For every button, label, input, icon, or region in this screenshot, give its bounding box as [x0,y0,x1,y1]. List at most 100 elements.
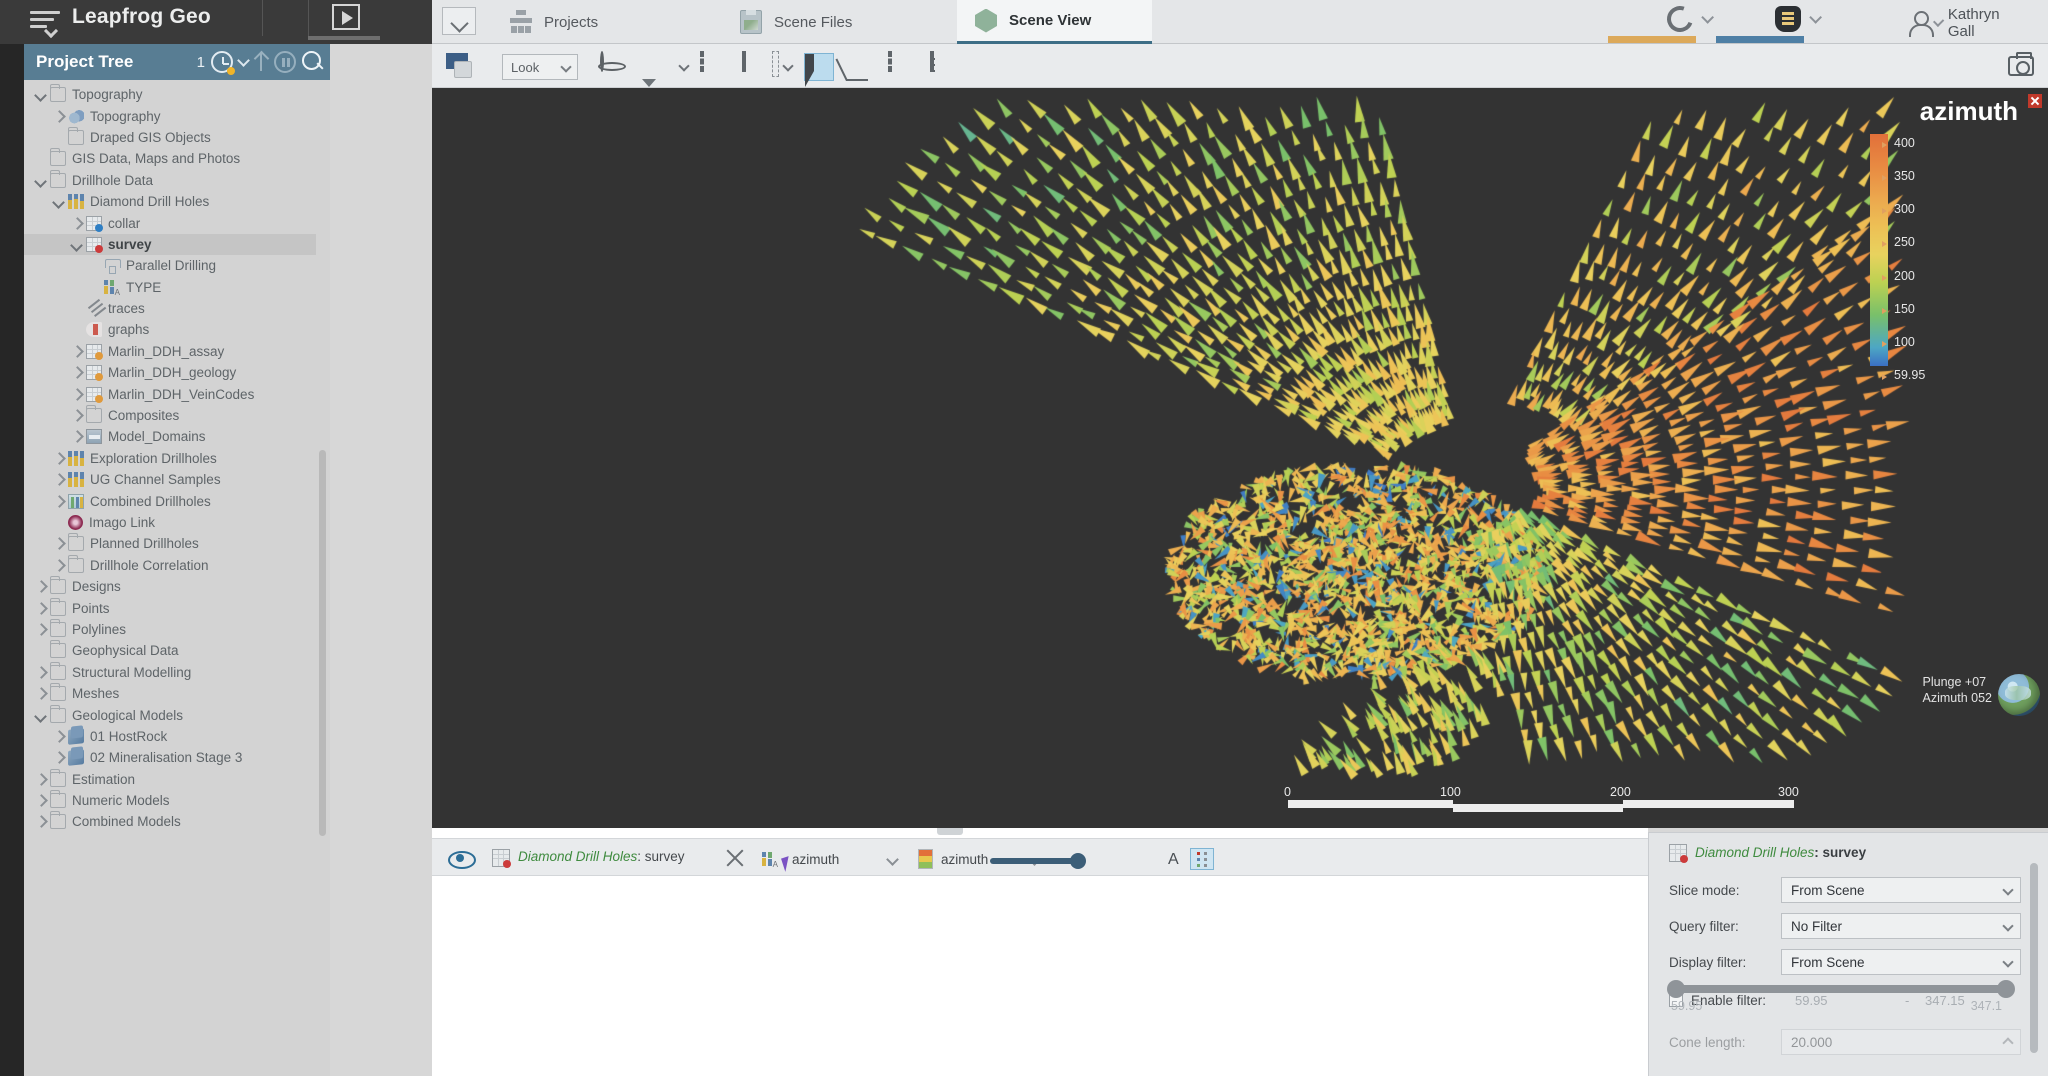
tree-item-model-domains[interactable]: Model_Domains [24,426,316,447]
chevron-down-icon[interactable] [782,60,794,72]
camera-icon[interactable] [2008,52,2034,76]
tree-item-drillhole-correlation[interactable]: Drillhole Correlation [24,554,316,576]
colour-by-select[interactable]: azimuth [762,847,839,871]
tab-projects[interactable]: Projects [492,0,722,44]
tree-item-numeric-models[interactable]: Numeric Models [24,790,316,811]
filter-min-value[interactable]: 59.95 [1795,993,1905,1008]
chevron-down-icon[interactable] [34,88,47,101]
user-menu[interactable]: Kathryn Gall [1907,6,2008,40]
text-size-icon[interactable]: A [1168,851,1179,869]
tree-item-geophysical-data[interactable]: Geophysical Data [24,640,316,661]
tree-item-02-mineralisation-stage-3[interactable]: 02 Mineralisation Stage 3 [24,747,316,768]
scene-view-canvas[interactable]: azimuth 400 350 300 250 200 150 100 59.95 Plung… [432,88,2048,828]
upload-arrow-icon[interactable] [254,53,268,71]
legend-toggle-icon[interactable] [1190,848,1214,870]
tree-item-designs[interactable]: Designs [24,576,316,597]
chevron-right-icon[interactable] [34,687,47,700]
tree-item-composites[interactable]: Composites [24,405,316,426]
tree-item-drillhole-data[interactable]: Drillhole Data [24,169,316,191]
tree-item-marlin-ddh-assay[interactable]: Marlin_DDH_assay [24,341,316,362]
chevron-right-icon[interactable] [52,751,65,764]
tree-item-gis-data-maps-and-photos[interactable]: GIS Data, Maps and Photos [24,148,316,169]
scene-snapshot-icon[interactable] [446,52,478,80]
chevron-right-icon[interactable] [34,794,47,807]
cone-length-input[interactable]: 20.000 [1781,1029,2021,1055]
chevron-right-icon[interactable] [52,559,65,572]
remove-shape-button[interactable] [725,847,747,869]
bentley-menu[interactable] [1775,6,1822,32]
panel-resize-grip[interactable] [937,828,963,835]
eye-icon[interactable] [448,851,476,869]
chevron-right-icon[interactable] [34,623,47,636]
opacity-slider-knob[interactable] [1070,853,1086,869]
select-cursor-icon[interactable] [804,53,834,87]
tree-item-imago-link[interactable]: Imago Link [24,512,316,533]
chevron-right-icon[interactable] [34,580,47,593]
tree-item-combined-drillholes[interactable]: Combined Drillholes [24,490,316,511]
tree-item-points[interactable]: Points [24,597,316,618]
chevron-right-icon[interactable] [52,473,65,486]
project-tree-panel[interactable]: Topography Topography Draped GIS Objects GI… [24,80,330,1076]
chevron-down-icon[interactable] [34,174,47,187]
tree-item-graphs[interactable]: graphs [24,319,316,340]
tree-item-marlin-ddh-geology[interactable]: Marlin_DDH_geology [24,362,316,383]
tree-item-01-hostrock[interactable]: 01 HostRock [24,726,316,747]
tree-item-polylines[interactable]: Polylines [24,618,316,640]
filter-max-value[interactable]: 347.15 [1925,993,1965,1008]
imago-icon[interactable] [972,53,1002,81]
chevron-right-icon[interactable] [52,730,65,743]
tree-item-diamond-drill-holes[interactable]: Diamond Drill Holes [24,191,316,212]
chevron-right-icon[interactable] [34,666,47,679]
chevron-down-icon[interactable] [52,195,65,208]
chevron-right-icon[interactable] [70,366,83,379]
pause-circle-icon[interactable] [274,51,296,73]
chevron-right-icon[interactable] [34,815,47,828]
chevron-down-icon[interactable] [886,853,899,866]
draw-plane-icon[interactable] [642,53,672,81]
chevron-down-icon[interactable] [70,238,83,251]
tree-item-type[interactable]: TYPE [24,277,316,298]
tree-item-traces[interactable]: traces [24,298,316,319]
legend-field-select[interactable]: azimuth [918,847,988,871]
chevron-down-icon[interactable] [237,53,250,67]
measure-angle-icon[interactable] [846,53,876,81]
tree-item-geological-models[interactable]: Geological Models [24,704,316,725]
chevron-right-icon[interactable] [70,217,83,230]
chevron-right-icon[interactable] [70,345,83,358]
tab-scene-files[interactable]: Scene Files [722,0,957,44]
tree-item-meshes[interactable]: Meshes [24,683,316,704]
chevron-right-icon[interactable] [70,430,83,443]
tree-item-ug-channel-samples[interactable]: UG Channel Samples [24,469,316,490]
tree-item-exploration-drillholes[interactable]: Exploration Drillholes [24,448,316,469]
tree-item-topography[interactable]: Topography [24,105,316,126]
tree-item-survey[interactable]: survey [24,233,316,256]
opacity-slider[interactable] [990,858,1078,864]
tree-item-parallel-drilling[interactable]: Parallel Drilling [24,255,316,276]
slicer-icon[interactable] [742,51,772,81]
chevron-down-icon[interactable] [34,709,47,722]
history-clock-icon[interactable] [211,51,235,75]
chevron-right-icon[interactable] [70,409,83,422]
tab-dropdown-toggle[interactable] [442,7,476,35]
shape-list-row[interactable]: Diamond Drill Holes: survey azimuth azim… [432,838,1648,876]
tree-item-planned-drillholes[interactable]: Planned Drillholes [24,533,316,554]
chevron-right-icon[interactable] [52,110,65,123]
tree-item-topography[interactable]: Topography [24,84,316,105]
tree-item-combined-models[interactable]: Combined Models [24,811,316,832]
hamburger-menu-icon[interactable] [30,8,60,39]
chevron-right-icon[interactable] [70,388,83,401]
display-filter-select[interactable]: From Scene [1781,949,2021,975]
tree-item-collar[interactable]: collar [24,212,316,233]
ruler-icon[interactable] [930,51,960,81]
chevron-down-icon[interactable] [678,60,690,72]
orbit-icon[interactable] [600,51,630,81]
chevron-right-icon[interactable] [34,602,47,615]
query-filter-select[interactable]: No Filter [1781,913,2021,939]
close-icon[interactable] [2028,94,2042,108]
project-tree-scrollbar[interactable] [319,450,326,836]
clipping-box-icon[interactable] [888,51,918,81]
play-icon[interactable] [332,4,360,30]
central-menu[interactable] [1662,1,1714,37]
tree-item-estimation[interactable]: Estimation [24,768,316,790]
filter-range-slider[interactable] [1667,980,2015,998]
